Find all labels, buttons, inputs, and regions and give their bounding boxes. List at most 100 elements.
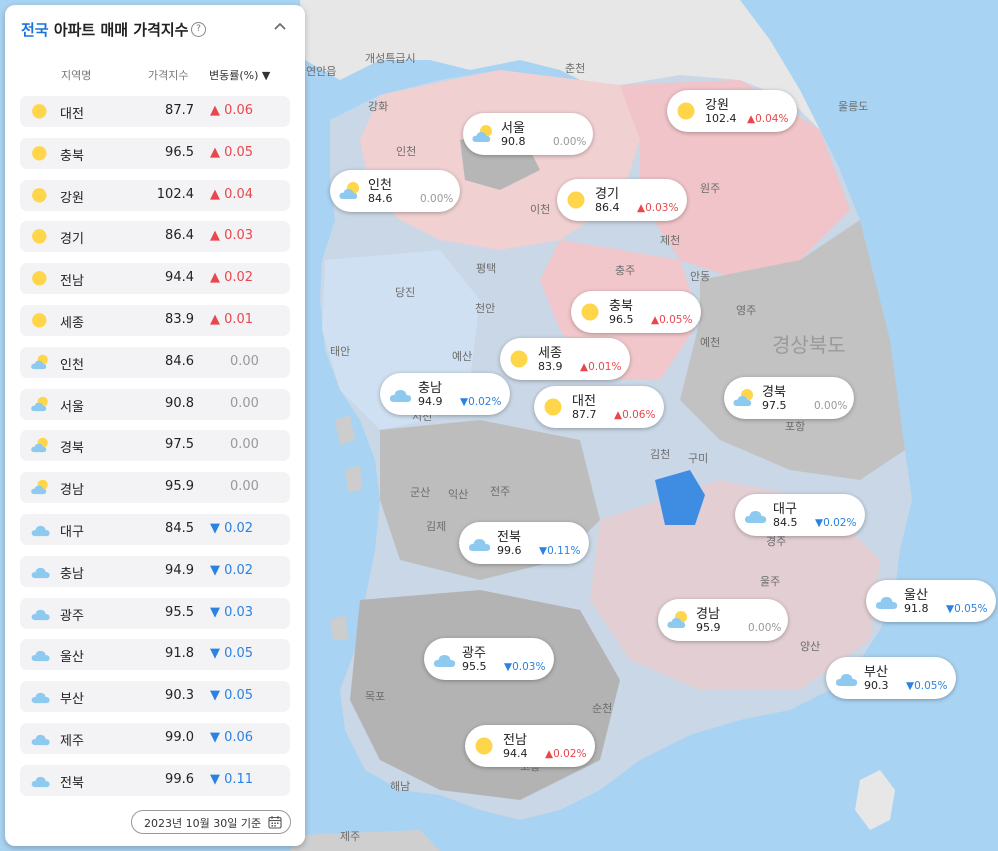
map-place-label: 연안읍 [306,65,336,78]
map-place-label: 예산 [452,350,472,363]
bubble-index: 94.4 [503,747,528,760]
region-index: 99.6 [165,771,194,787]
bubble-region-name: 서울 [501,121,525,136]
cloud-icon [31,734,50,746]
region-row[interactable]: 울산 91.8 ▼ 0.05 [20,639,290,671]
map-bubble[interactable]: 충북 96.5 ▲0.05% [571,291,701,333]
bubble-index: 86.4 [595,201,620,214]
map-bubble[interactable]: 대구 84.5 ▼0.02% [735,494,865,536]
region-name: 전남 [60,274,84,290]
bubble-change: ▼0.11% [539,545,581,557]
map-place-label: 제천 [660,233,680,247]
map-place-label: 경주 [766,535,786,548]
bubble-region-name: 부산 [864,665,888,680]
map-place-label: 인천 [396,144,416,158]
map-place-label: 구미 [688,452,708,465]
map-bubble[interactable]: 광주 95.5 ▼0.03% [424,638,554,680]
map-place-label: 해남 [390,779,410,793]
map-bubble[interactable]: 세종 83.9 ▲0.01% [500,338,630,380]
cloud-icon [875,596,898,609]
bubble-change: ▼0.02% [460,396,502,408]
cloud-icon [744,510,767,523]
region-row[interactable]: 광주 95.5 ▼ 0.03 [20,597,290,629]
region-row[interactable]: 충남 94.9 ▼ 0.02 [20,555,290,587]
basis-date-text: 2023년 10월 30일 기준 [144,817,262,830]
map-bubble[interactable]: 부산 90.3 ▼0.05% [826,657,956,699]
region-row[interactable]: 서울 90.8 0.00 [20,388,290,420]
map-place-label: 울주 [760,575,780,588]
region-name: 인천 [60,357,84,373]
map-bubble[interactable]: 경남 95.9 0.00% [658,599,788,641]
cloud-icon [835,673,858,686]
region-index: 91.8 [165,646,194,662]
bubble-region-name: 강원 [705,98,729,113]
region-change: ▼ 0.02 [210,562,254,578]
map-bubble[interactable]: 전북 99.6 ▼0.11% [459,522,589,564]
region-row[interactable]: 충북 96.5 ▲ 0.05 [20,137,290,169]
calendar-icon [268,816,282,829]
cloud-icon [31,693,50,704]
bubble-index: 84.5 [773,516,798,529]
region-row[interactable]: 강원 102.4 ▲ 0.04 [20,179,290,211]
region-index: 97.5 [165,437,194,453]
column-header-index[interactable]: 가격지수 [148,67,188,83]
region-row[interactable]: 대전 87.7 ▲ 0.06 [20,96,290,127]
map-place-label: 경상북도 [772,333,846,357]
sun-icon [32,271,47,286]
region-row[interactable]: 전북 99.6 ▼ 0.11 [20,764,290,796]
region-row[interactable]: 세종 83.9 ▲ 0.01 [20,304,290,336]
help-icon[interactable]: ? [191,22,206,37]
map-bubble[interactable]: 충남 94.9 ▼0.02% [380,373,510,415]
column-header-change[interactable]: 변동률(%) ▼ [209,67,270,83]
cloud-icon [433,654,456,667]
region-name: 충북 [60,148,84,164]
region-row[interactable]: 인천 84.6 0.00 [20,346,290,378]
sun-icon [544,398,562,416]
map-bubble[interactable]: 대전 87.7 ▲0.06% [534,386,664,428]
region-name: 경남 [60,483,84,499]
map-bubble[interactable]: 서울 90.8 0.00% [463,113,593,155]
chevron-up-icon[interactable] [273,21,287,31]
region-index: 90.3 [165,688,194,704]
basis-date-button[interactable]: 2023년 10월 30일 기준 [131,810,291,834]
map-bubble[interactable]: 강원 102.4 ▲0.04% [667,90,797,132]
sun-icon [475,737,493,755]
region-index: 86.4 [165,228,194,244]
region-change: ▲ 0.06 [210,103,254,118]
bubble-region-name: 전남 [503,733,527,748]
cloud-icon [31,567,50,578]
region-row[interactable]: 제주 99.0 ▼ 0.06 [20,722,290,754]
bubble-region-name: 경북 [762,385,786,400]
bubble-region-name: 충남 [418,381,442,396]
map-bubble[interactable]: 울산 91.8 ▼0.05% [866,580,996,622]
map-bubble[interactable]: 전남 94.4 ▲0.02% [465,725,595,767]
cloud-icon [31,776,50,787]
region-name: 울산 [60,650,84,666]
region-row[interactable]: 전남 94.4 ▲ 0.02 [20,263,290,295]
bubble-change: ▲0.05% [651,314,693,326]
bubble-change: ▲0.04% [747,113,789,125]
map-place-label: 안동 [690,270,710,283]
sun-icon [677,102,695,120]
map-bubble[interactable]: 경기 86.4 ▲0.03% [557,179,687,221]
region-index: 102.4 [156,186,194,202]
region-row[interactable]: 대구 84.5 ▼ 0.02 [20,513,290,545]
sun-icon [32,313,47,328]
region-row[interactable]: 경기 86.4 ▲ 0.03 [20,221,290,253]
bubble-change: 0.00% [553,136,587,148]
map-bubble[interactable]: 인천 84.6 0.00% [330,170,460,212]
bubble-index: 94.9 [418,395,443,408]
cloud-icon [389,389,412,402]
bubble-index: 91.8 [904,602,929,615]
region-row[interactable]: 경남 95.9 0.00 [20,472,290,504]
sun-icon [32,104,47,119]
column-header-region: 지역명 [61,69,92,82]
title-scope[interactable]: 전국 [21,21,49,39]
region-change: 0.00 [230,437,259,453]
region-row[interactable]: 부산 90.3 ▼ 0.05 [20,681,290,713]
bubble-index: 95.5 [462,660,487,673]
price-index-panel: 전국 아파트 매매 가격지수 ? 지역명 가격지수 변동률(%) ▼ 대전 87.… [5,5,305,846]
bubble-change: ▲0.01% [580,361,622,373]
map-bubble[interactable]: 경북 97.5 0.00% [724,377,854,419]
region-row[interactable]: 경북 97.5 0.00 [20,430,290,462]
